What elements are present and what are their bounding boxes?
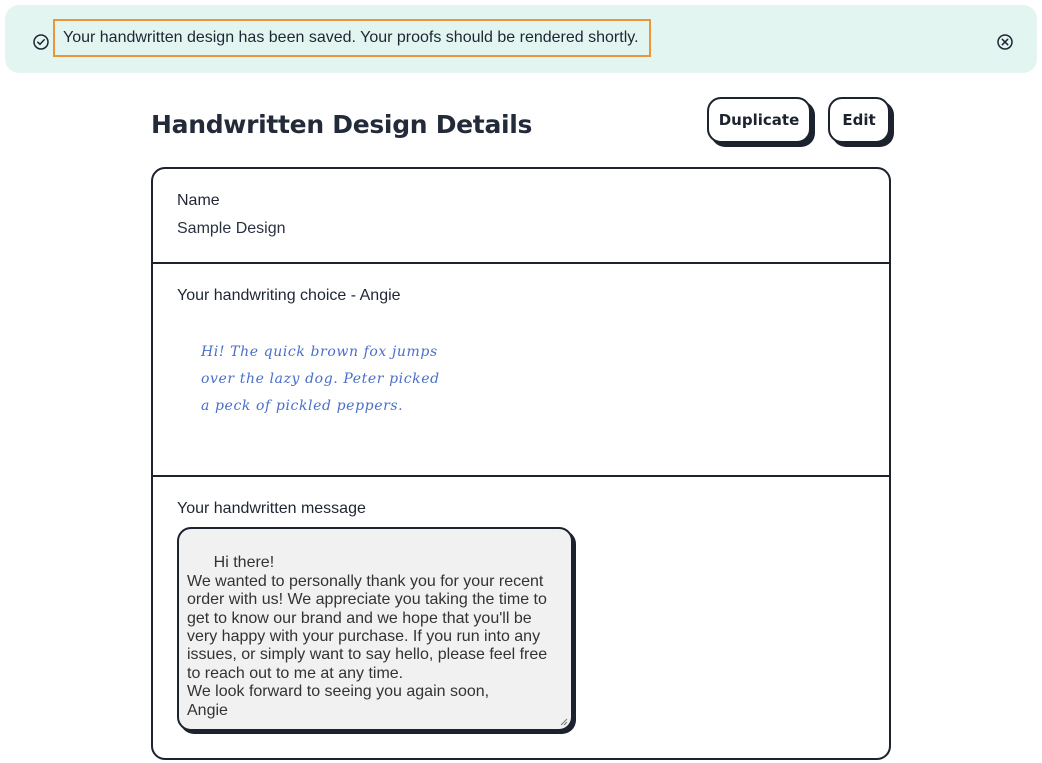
check-circle-icon (32, 33, 50, 51)
handwriting-sample-line: a peck of pickled peppers. (201, 398, 404, 414)
design-details-card: Name Sample Design Your handwriting choi… (151, 167, 891, 760)
message-text: Hi there! We wanted to personally thank … (187, 554, 548, 719)
message-section: Your handwritten message Hi there! We wa… (153, 477, 889, 758)
handwriting-sample: Hi! The quick brown fox jumps over the l… (201, 339, 440, 420)
close-circle-icon (997, 34, 1013, 50)
success-banner: Your handwritten design has been saved. … (5, 5, 1037, 73)
message-textarea[interactable]: Hi there! We wanted to personally thank … (177, 527, 573, 731)
name-value: Sample Design (177, 220, 286, 237)
name-section: Name Sample Design (153, 169, 889, 264)
handwriting-sample-line: Hi! The quick brown fox jumps (201, 344, 438, 360)
duplicate-button[interactable]: Duplicate (707, 97, 811, 143)
handwriting-sample-line: over the lazy dog. Peter picked (201, 371, 440, 387)
handwriting-section: Your handwriting choice - Angie Hi! The … (153, 264, 889, 477)
handwriting-label: Your handwriting choice - Angie (177, 287, 401, 304)
resize-handle-icon[interactable] (558, 716, 568, 726)
edit-button[interactable]: Edit (828, 97, 890, 143)
banner-message: Your handwritten design has been saved. … (53, 19, 651, 57)
page-title: Handwritten Design Details (151, 110, 533, 139)
name-label: Name (177, 192, 220, 209)
close-banner-button[interactable] (995, 32, 1015, 52)
message-label: Your handwritten message (177, 500, 366, 517)
